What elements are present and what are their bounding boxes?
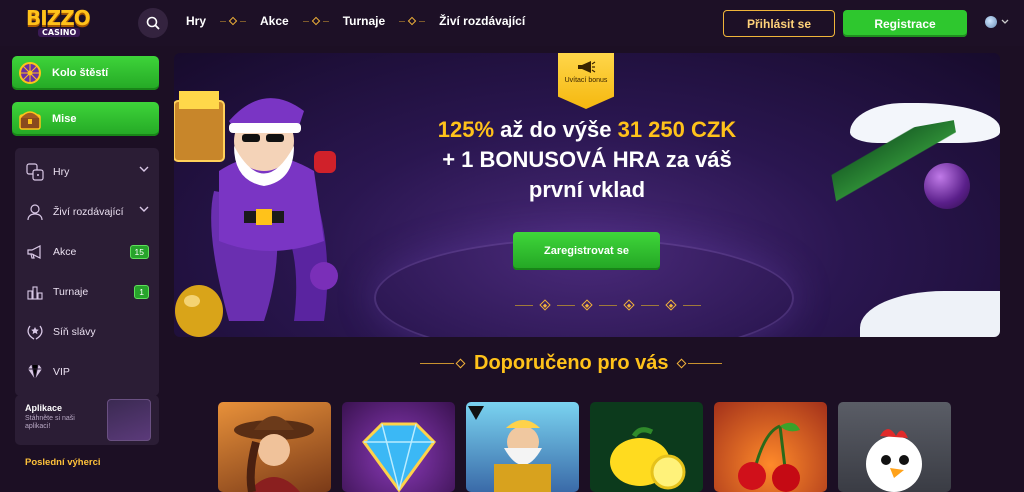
carousel-dot[interactable] [539,299,551,311]
promo-banner[interactable]: Uvítací bonus 125% až do výše 31 250 CZK… [174,53,1000,337]
nav-live-dealers[interactable]: Živí rozdávající [439,14,525,28]
carousel-dot[interactable] [665,299,677,311]
wheel-label: Kolo štěstí [52,67,109,79]
missions-label: Mise [52,113,77,125]
divider-ornament [420,358,466,369]
sidebar: Kolo štěstí Mise Hry Živí rozdávající Ak… [12,56,159,396]
promo-percent: 125% [437,117,495,142]
phone-app-image [107,399,151,441]
sidebar-item-label: Síň slávy [53,326,96,338]
treasure-chest-icon [18,106,42,132]
login-button[interactable]: Přihlásit se [723,10,835,37]
sidebar-item-label: Hry [53,166,70,178]
chevron-down-icon [1001,19,1009,24]
missions-button[interactable]: Mise [12,102,159,136]
top-bar: BIZZO CASINO Hry Akce Turnaje Živí rozdá… [0,0,1024,46]
bizzo-logo[interactable]: BIZZO CASINO [22,6,100,40]
laurel-icon [25,322,45,342]
section-title: Doporučeno pro vás [474,352,669,374]
carousel-dot[interactable] [623,299,635,311]
promo-amount: 31 250 CZK [617,117,737,142]
main-nav: Hry Akce Turnaje Živí rozdávající [186,14,525,28]
tournament-icon [25,282,45,302]
nav-separator [220,16,247,26]
megaphone-icon [25,242,45,262]
santa-character-image [174,91,338,337]
sidebar-item-tournaments[interactable]: Turnaje 1 [15,272,159,312]
game-card-lemon[interactable] [590,402,703,492]
register-now-button[interactable]: Zaregistrovat se [513,232,660,270]
game-grid [218,402,951,492]
recent-winners-title: Poslední výherci [25,457,101,468]
megaphone-icon [578,61,596,73]
app-subtitle: Stáhněte si naši aplikaci! [25,415,75,430]
sidebar-item-games[interactable]: Hry [15,152,159,192]
nav-games[interactable]: Hry [186,14,206,28]
register-button[interactable]: Registrace [843,10,967,37]
game-card-zeus[interactable] [466,402,579,492]
promo-line-1: 125% až do výše 31 250 CZK [384,115,790,145]
game-card-chicken[interactable] [838,402,951,492]
game-card-cowgirl[interactable] [218,402,331,492]
sidebar-item-promotions[interactable]: Akce 15 [15,232,159,272]
wheel-icon [18,60,42,86]
search-button[interactable] [138,8,168,38]
search-icon [146,16,160,30]
sidebar-item-label: Turnaje [53,286,89,298]
nav-separator [399,16,426,26]
sidebar-item-label: Akce [53,246,77,258]
ornament-icon [924,163,970,209]
globe-icon [985,16,997,28]
carousel-dots [515,299,701,311]
logo-text: BIZZO [26,6,91,30]
promo-line-2: + 1 BONUSOVÁ HRA za váš [442,147,732,172]
sidebar-item-label: Živí rozdávající [53,206,124,218]
sidebar-item-vip[interactable]: VIP [15,352,159,392]
app-download-card[interactable]: Aplikace Stáhněte si naši aplikaci! [15,395,159,445]
chevron-down-icon[interactable] [139,166,149,173]
tag-text: Uvítací bonus [564,77,608,84]
language-selector[interactable] [985,16,1009,28]
chevron-down-icon[interactable] [139,206,149,213]
recommended-section-header: Doporučeno pro vás [420,352,723,375]
welcome-bonus-tag: Uvítací bonus [558,53,614,109]
count-badge: 15 [129,245,149,259]
sidebar-item-hall-of-fame[interactable]: Síň slávy [15,312,159,352]
sidebar-menu: Hry Živí rozdávající Akce 15 Turnaje 1 S… [15,148,159,396]
logo-subtext: CASINO [38,28,81,37]
wheel-of-fortune-button[interactable]: Kolo štěstí [12,56,159,90]
sidebar-item-label: VIP [53,366,70,378]
promo-text: až do výše [494,117,618,142]
nav-separator [302,16,329,26]
diamond-icon [25,362,45,382]
game-card-cherry[interactable] [714,402,827,492]
games-icon [25,162,45,182]
divider-ornament [677,358,723,369]
promo-line-3: první vklad [528,177,646,202]
nav-promotions[interactable]: Akce [260,14,289,28]
carousel-dot[interactable] [581,299,593,311]
live-dealer-icon [25,202,45,222]
count-badge: 1 [134,285,149,299]
nav-tournaments[interactable]: Turnaje [343,14,385,28]
game-card-diamond[interactable] [342,402,455,492]
snow-decoration [860,291,1000,337]
promo-headline: 125% až do výše 31 250 CZK + 1 BONUSOVÁ … [384,115,790,205]
sidebar-item-live-dealers[interactable]: Živí rozdávající [15,192,159,232]
